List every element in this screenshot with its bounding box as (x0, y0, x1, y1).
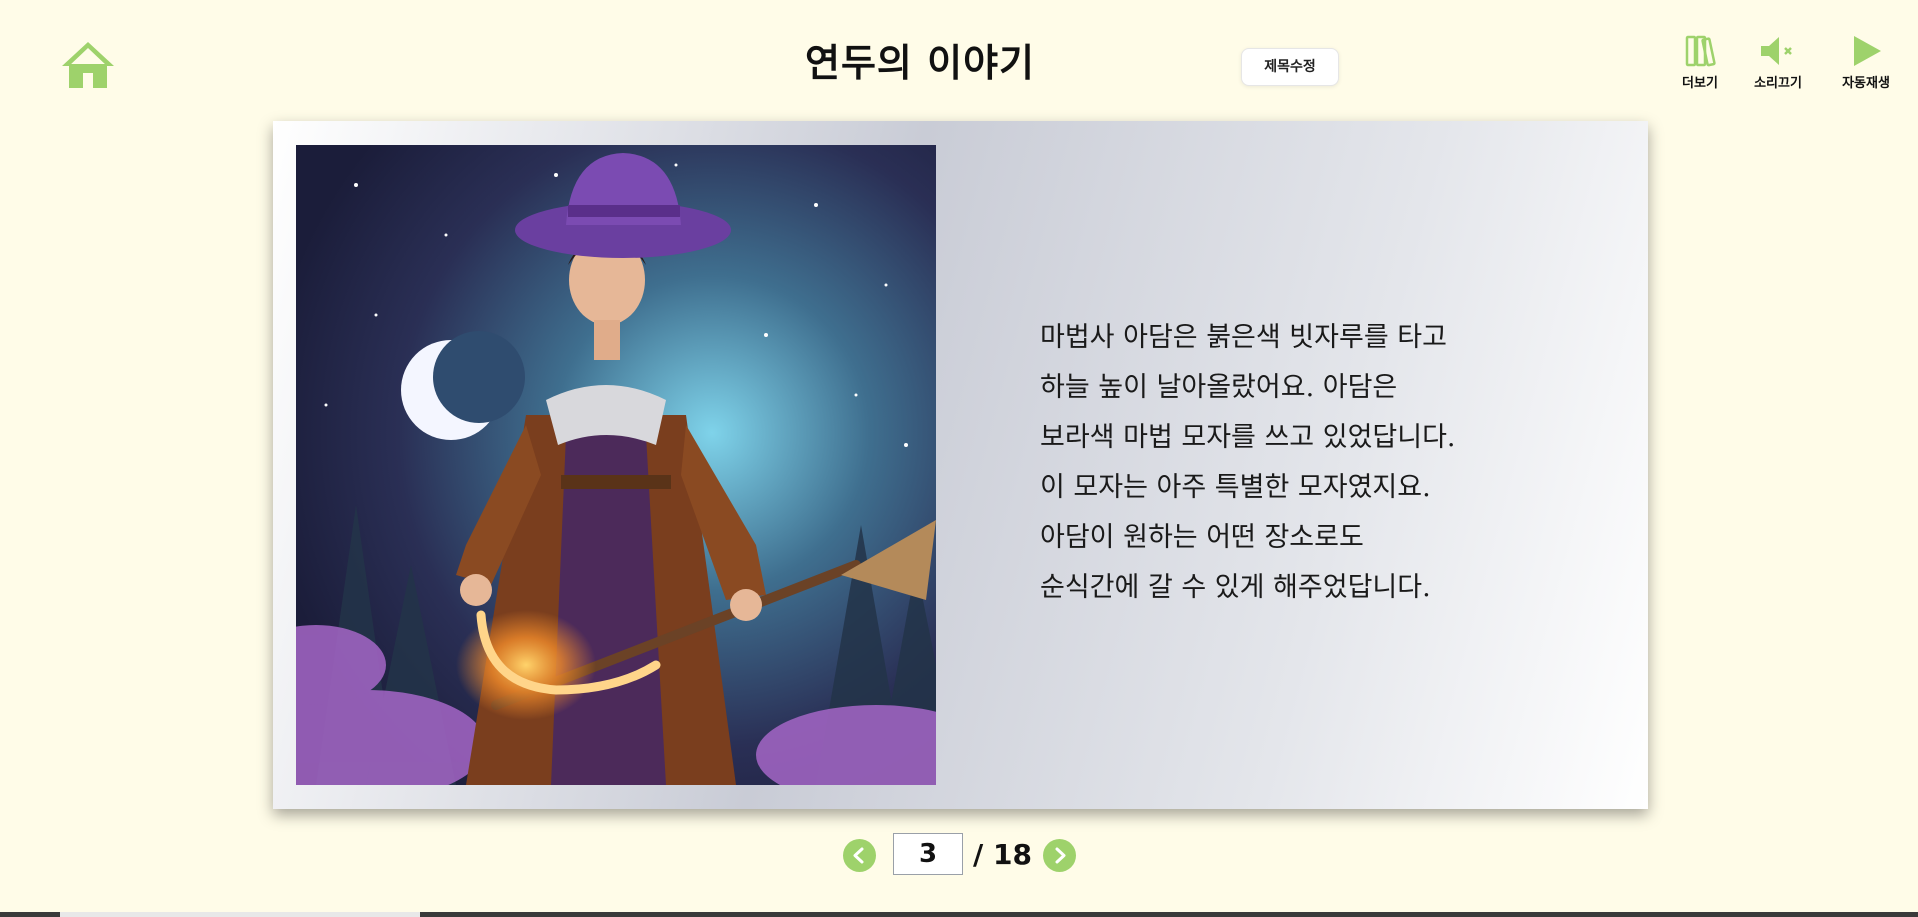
page-title: 연두의 이야기 (805, 41, 1035, 85)
autoplay-button[interactable]: 자동재생 (1826, 34, 1906, 96)
story-line: 아담이 원하는 어떤 장소로도 (1040, 522, 1364, 553)
story-line: 마법사 아담은 붉은색 빗자루를 타고 (1040, 322, 1447, 353)
page-total: / 18 (973, 838, 1032, 871)
story-line: 순식간에 갈 수 있게 해주었답니다. (1040, 572, 1431, 603)
mute-button[interactable]: 소리끄기 (1738, 34, 1818, 96)
speaker-mute-icon (1761, 37, 1792, 65)
edit-title-button[interactable]: 제목수정 (1241, 48, 1339, 86)
chevron-left-icon (853, 847, 864, 864)
mute-label: 소리끄기 (1754, 76, 1802, 91)
play-icon (1854, 36, 1881, 66)
bottom-scrollbar[interactable] (0, 912, 1918, 917)
prev-page-button[interactable] (843, 839, 876, 872)
home-button[interactable] (60, 40, 116, 90)
home-icon (62, 42, 114, 88)
chevron-right-icon (1055, 847, 1066, 864)
page-number-input[interactable] (893, 833, 963, 875)
scrollbar-thumb[interactable] (60, 912, 420, 917)
story-line: 이 모자는 아주 특별한 모자였지요. (1040, 472, 1431, 503)
story-line: 보라색 마법 모자를 쓰고 있었답니다. (1040, 422, 1456, 453)
story-line: 하늘 높이 날아올랐어요. 아담은 (1040, 372, 1398, 403)
wizard-illustration (296, 145, 936, 785)
more-label: 더보기 (1682, 76, 1718, 91)
next-page-button[interactable] (1043, 839, 1076, 872)
books-icon (1685, 35, 1716, 67)
more-button[interactable]: 더보기 (1660, 34, 1740, 96)
story-text: 마법사 아담은 붉은색 빗자루를 타고 하늘 높이 날아올랐어요. 아담은 보라… (1040, 313, 1620, 613)
book-page: 마법사 아담은 붉은색 빗자루를 타고 하늘 높이 날아올랐어요. 아담은 보라… (273, 121, 1648, 809)
autoplay-label: 자동재생 (1842, 76, 1890, 91)
